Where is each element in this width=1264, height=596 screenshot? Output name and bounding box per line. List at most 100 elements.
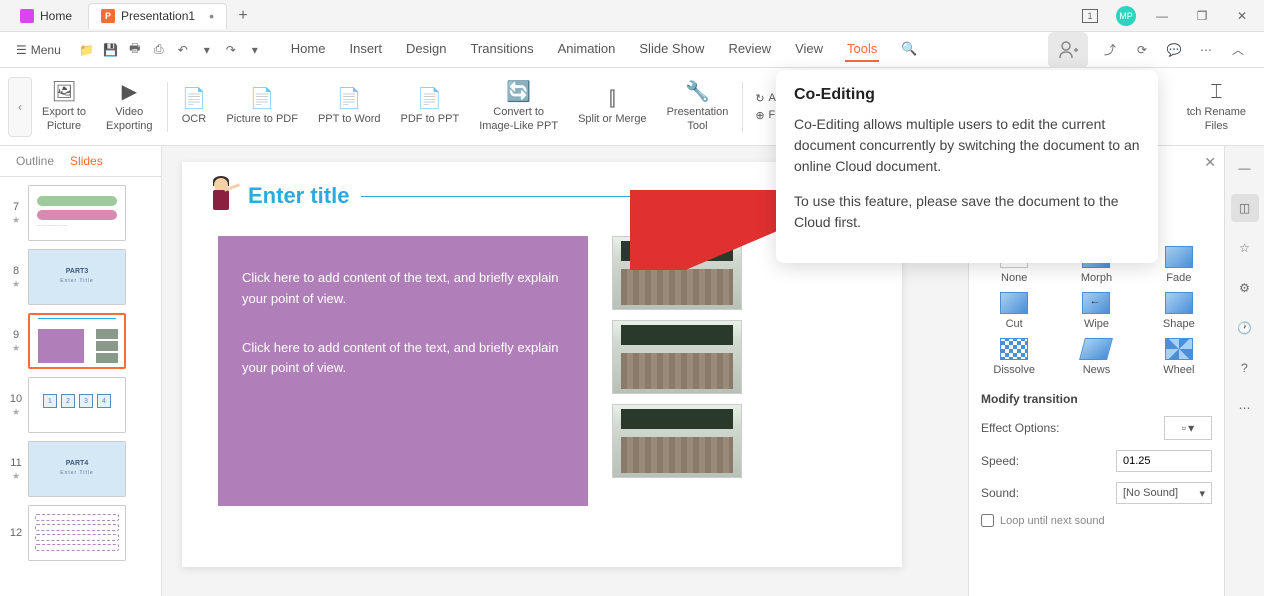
redo-icon[interactable]: ↷ bbox=[221, 40, 241, 60]
home-tab[interactable]: Home bbox=[8, 3, 84, 29]
redo-dropdown-icon[interactable]: ▾ bbox=[245, 40, 265, 60]
menu-animation[interactable]: Animation bbox=[556, 37, 618, 62]
close-button[interactable]: ✕ bbox=[1228, 2, 1256, 30]
panel-close-icon[interactable]: ✕ bbox=[1204, 154, 1216, 171]
share-icon[interactable]: ⤴ bbox=[1100, 40, 1120, 60]
sound-dropdown[interactable]: [No Sound]▾ bbox=[1116, 482, 1212, 504]
pdf-icon: 📄 bbox=[250, 87, 275, 111]
menu-view[interactable]: View bbox=[793, 37, 825, 62]
convert-icon: 🔄 bbox=[506, 80, 531, 104]
thumb-10[interactable]: 1234 bbox=[28, 377, 126, 433]
chat-icon[interactable]: 💬 bbox=[1164, 40, 1184, 60]
person-plus-icon bbox=[1056, 38, 1080, 62]
transition-cut[interactable]: Cut bbox=[981, 292, 1047, 330]
presentation-tool-button[interactable]: 🔧 Presentation Tool bbox=[657, 76, 739, 136]
convert-imagelike-button[interactable]: 🔄 Convert to Image-Like PPT bbox=[469, 76, 568, 136]
menu-home[interactable]: Home bbox=[289, 37, 328, 62]
content-box[interactable]: Click here to add content of the text, a… bbox=[218, 236, 588, 506]
svg-text:1: 1 bbox=[1087, 11, 1092, 21]
split-merge-button[interactable]: ⫿ Split or Merge bbox=[568, 83, 656, 130]
thumb-12[interactable] bbox=[28, 505, 126, 561]
star-icon[interactable]: ☆ bbox=[1231, 234, 1259, 262]
more-icon[interactable]: ⋯ bbox=[1196, 40, 1216, 60]
export-picture-label: Export to Picture bbox=[42, 106, 86, 132]
thumb-row[interactable]: 10★ 1234 bbox=[8, 377, 153, 433]
search-icon[interactable]: 🔍 bbox=[899, 37, 919, 62]
classroom-photo-2[interactable] bbox=[612, 320, 742, 394]
save-icon[interactable]: 💾 bbox=[101, 40, 121, 60]
modify-transition-heading: Modify transition bbox=[981, 392, 1212, 406]
counter-icon[interactable]: 1 bbox=[1076, 2, 1104, 30]
ocr-button[interactable]: 📄 OCR bbox=[172, 83, 217, 130]
thumb-8[interactable]: PART3 Enter Title bbox=[28, 249, 126, 305]
menu-insert[interactable]: Insert bbox=[347, 37, 384, 62]
thumb-row[interactable]: 8★ PART3 Enter Title bbox=[8, 249, 153, 305]
print-icon[interactable]: 🖶 bbox=[125, 40, 145, 60]
slides-tab[interactable]: Slides bbox=[70, 154, 103, 168]
slide-title[interactable]: Enter title bbox=[248, 183, 349, 209]
thumb-9[interactable] bbox=[28, 313, 126, 369]
tab-modified-icon: • bbox=[209, 8, 214, 24]
history-icon[interactable]: 🕐 bbox=[1231, 314, 1259, 342]
classroom-photo-3[interactable] bbox=[612, 404, 742, 478]
thumb-row[interactable]: 11★ PART4 Enter Title bbox=[8, 441, 153, 497]
thumb-number: 9 bbox=[13, 329, 19, 341]
speed-input[interactable] bbox=[1116, 450, 1212, 472]
new-tab-button[interactable]: + bbox=[231, 4, 255, 28]
video-exporting-label: Video Exporting bbox=[106, 106, 152, 132]
tooltip-title: Co-Editing bbox=[794, 86, 1140, 104]
thumbnail-list[interactable]: 7★ — — — — — — 8★ PART3 Enter Title 9★ bbox=[0, 177, 161, 596]
preview-icon[interactable]: ⎙ bbox=[149, 40, 169, 60]
transition-news[interactable]: News bbox=[1063, 338, 1129, 376]
undo-dropdown-icon[interactable]: ▾ bbox=[197, 40, 217, 60]
help-icon[interactable]: ? bbox=[1231, 354, 1259, 382]
effect-options-dropdown[interactable]: ▫▾ bbox=[1164, 416, 1212, 440]
thumb-7[interactable]: — — — — — — bbox=[28, 185, 126, 241]
tooltip-text-1: Co-Editing allows multiple users to edit… bbox=[794, 114, 1140, 177]
transition-dissolve[interactable]: Dissolve bbox=[981, 338, 1047, 376]
coedit-button[interactable] bbox=[1048, 32, 1088, 68]
loop-checkbox[interactable]: Loop until next sound bbox=[981, 514, 1212, 527]
thumb-11[interactable]: PART4 Enter Title bbox=[28, 441, 126, 497]
collapse-ribbon-icon[interactable]: ︿ bbox=[1228, 40, 1248, 60]
thumb-row[interactable]: 12 bbox=[8, 505, 153, 561]
open-icon[interactable]: 📁 bbox=[77, 40, 97, 60]
menu-button[interactable]: ☰ Menu bbox=[8, 39, 69, 61]
menu-tools[interactable]: Tools bbox=[845, 37, 879, 62]
menu-label: Menu bbox=[31, 43, 61, 57]
ribbon-scroll-left[interactable]: ‹ bbox=[8, 77, 32, 137]
more-options-icon[interactable]: ⋯ bbox=[1231, 394, 1259, 422]
chevron-down-icon: ▾ bbox=[1188, 421, 1194, 435]
menu-review[interactable]: Review bbox=[726, 37, 773, 62]
thumb-row[interactable]: 7★ — — — — — — bbox=[8, 185, 153, 241]
document-tab-label: Presentation1 bbox=[121, 9, 195, 23]
loop-check[interactable] bbox=[981, 514, 994, 527]
video-exporting-button[interactable]: ▶ Video Exporting bbox=[96, 76, 162, 136]
picture-to-pdf-button[interactable]: 📄 Picture to PDF bbox=[216, 83, 308, 130]
thumb-row[interactable]: 9★ bbox=[8, 313, 153, 369]
batch-rename-button[interactable]: ⌶ tch Rename Files bbox=[1177, 76, 1256, 136]
undo-icon[interactable]: ↶ bbox=[173, 40, 193, 60]
video-icon: ▶ bbox=[122, 80, 137, 104]
ppt-to-word-button[interactable]: 📄 PPT to Word bbox=[308, 83, 391, 130]
chevron-down-icon: ▾ bbox=[1199, 487, 1205, 500]
transition-wipe[interactable]: ←Wipe bbox=[1063, 292, 1129, 330]
transition-shape[interactable]: Shape bbox=[1146, 292, 1212, 330]
settings-icon[interactable]: ⚙ bbox=[1231, 274, 1259, 302]
transition-wheel[interactable]: Wheel bbox=[1146, 338, 1212, 376]
menu-transitions[interactable]: Transitions bbox=[468, 37, 535, 62]
export-picture-button[interactable]: 🖼 Export to Picture bbox=[32, 76, 96, 136]
outline-tab[interactable]: Outline bbox=[16, 154, 54, 168]
document-tab[interactable]: P Presentation1 • bbox=[88, 3, 227, 29]
menu-slideshow[interactable]: Slide Show bbox=[637, 37, 706, 62]
transitions-icon[interactable]: ◫ bbox=[1231, 194, 1259, 222]
paragraph-1: Click here to add content of the text, a… bbox=[242, 268, 564, 310]
refresh-icon[interactable]: ⟳ bbox=[1132, 40, 1152, 60]
maximize-button[interactable]: ❐ bbox=[1188, 2, 1216, 30]
rename-icon: ⌶ bbox=[1210, 80, 1222, 104]
menu-design[interactable]: Design bbox=[404, 37, 448, 62]
minimize-button[interactable]: — bbox=[1148, 2, 1176, 30]
avatar[interactable]: MP bbox=[1116, 6, 1136, 26]
pdf-to-ppt-button[interactable]: 📄 PDF to PPT bbox=[391, 83, 470, 130]
collapse-panel-icon[interactable]: — bbox=[1231, 154, 1259, 182]
